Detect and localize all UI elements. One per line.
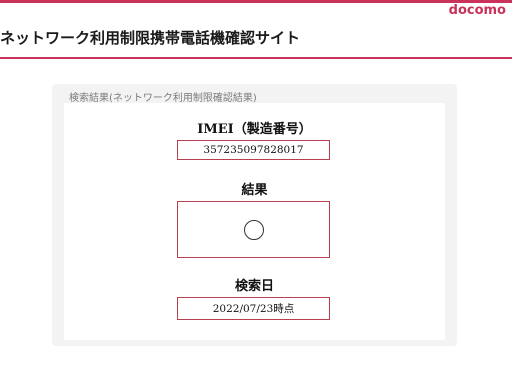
circle-icon — [243, 219, 264, 240]
imei-value-box: 357235097828017 — [177, 140, 330, 160]
docomo-logo[interactable]: docomo — [449, 3, 506, 18]
header-top-rule — [0, 0, 512, 3]
site-title: ネットワーク利用制限携帯電話機確認サイト — [0, 29, 301, 47]
search-date-box: 2022/07/23時点 — [177, 297, 330, 320]
search-date-label: 検索日 — [234, 279, 274, 294]
header-divider — [0, 57, 512, 59]
panel-caption: 検索結果(ネットワーク利用制限確認結果) — [69, 93, 257, 104]
result-label: 結果 — [241, 183, 268, 198]
search-date-value: 2022/07/23時点 — [212, 303, 295, 315]
result-value-box — [177, 201, 330, 258]
imei-value: 357235097828017 — [203, 144, 304, 156]
search-result-panel: 検索結果(ネットワーク利用制限確認結果) IMEI（製造番号） 35723509… — [52, 84, 457, 346]
imei-label: IMEI（製造番号） — [197, 122, 312, 137]
result-content: IMEI（製造番号） 357235097828017 結果 検索日 2022/0… — [64, 103, 445, 340]
